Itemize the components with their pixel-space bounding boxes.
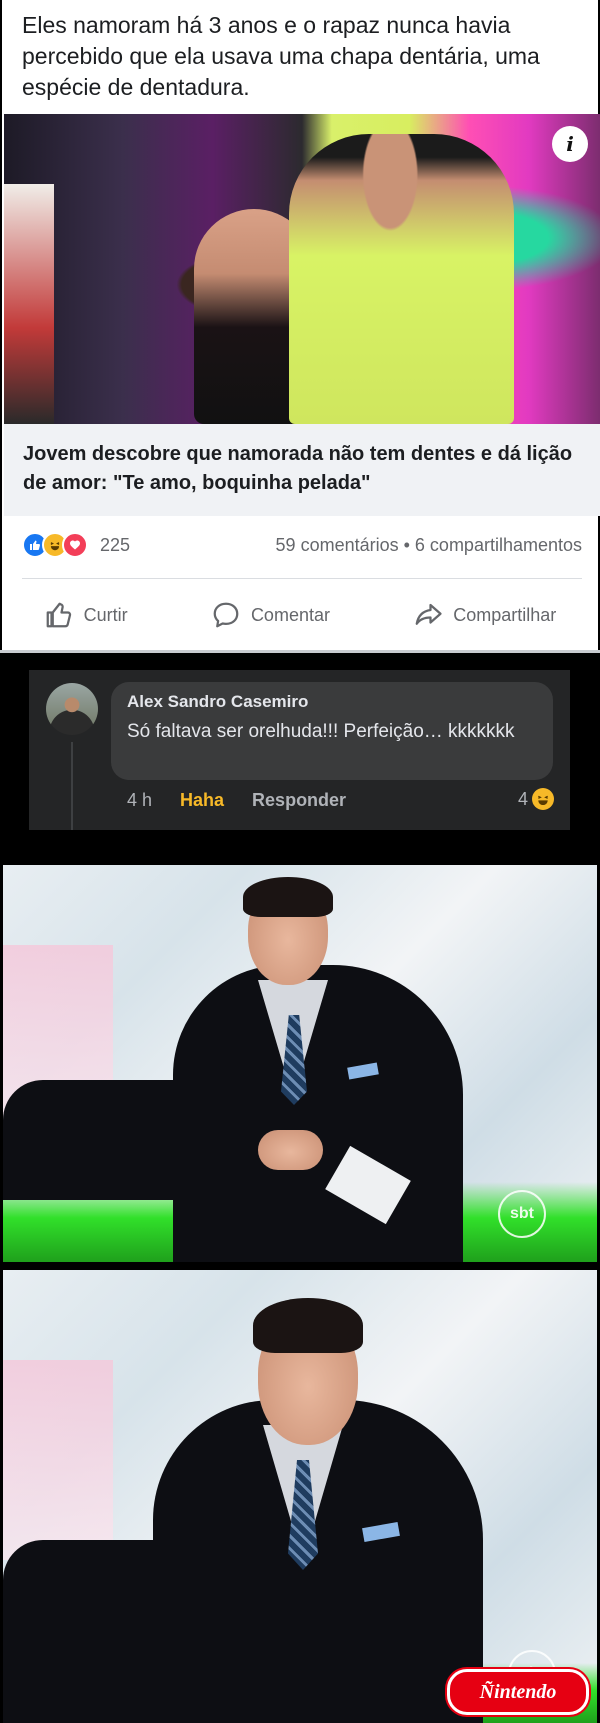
divider <box>22 578 582 579</box>
comment-author[interactable]: Alex Sandro Casemiro <box>127 692 308 712</box>
reactions-summary[interactable]: 225 59 comentários • 6 compartilhamentos <box>22 530 582 560</box>
reply-link[interactable]: Responder <box>252 790 346 811</box>
comment-meta: 4 h Haha Responder <box>127 790 346 811</box>
photo-background-person <box>4 184 54 424</box>
share-label: Compartilhar <box>453 604 557 625</box>
comment-time[interactable]: 4 h <box>127 790 152 811</box>
post-bottom-border <box>0 650 600 653</box>
meme-frame-2: sbt Ñintendo <box>3 1270 597 1723</box>
sbt-logo: sbt <box>498 1190 546 1238</box>
comment-reaction-number: 4 <box>517 788 528 809</box>
comment-panel: Alex Sandro Casemiro Só faltava ser orel… <box>29 670 570 830</box>
avatar[interactable] <box>46 683 98 735</box>
info-icon[interactable]: i <box>552 126 588 162</box>
link-preview[interactable]: Jovem descobre que namorada não tem dent… <box>4 424 600 516</box>
thumbs-up-icon <box>46 602 71 628</box>
share-arrow-icon <box>415 603 442 625</box>
comment-label: Comentar <box>250 604 330 625</box>
comment-text: Só faltava ser orelhuda!!! Perfeição… kk… <box>127 721 515 742</box>
love-icon <box>62 532 88 558</box>
post-caption: Eles namoram há 3 anos e o rapaz nunca h… <box>22 12 540 100</box>
haha-icon <box>532 788 554 810</box>
post-photo[interactable]: i <box>4 114 600 424</box>
meme-frame-1: sbt <box>3 865 597 1262</box>
reaction-count: 225 <box>100 534 131 555</box>
like-label: Curtir <box>83 604 128 625</box>
share-button[interactable]: Compartilhar <box>413 600 556 630</box>
link-title: Jovem descobre que namorada não tem dent… <box>23 443 573 494</box>
facebook-post: Eles namoram há 3 anos e o rapaz nunca h… <box>2 0 600 652</box>
reaction-icons <box>22 532 88 558</box>
post-actions: Curtir Comentar Compartilhar <box>2 590 598 640</box>
comment-bubble: Alex Sandro Casemiro Só faltava ser orel… <box>111 682 553 780</box>
man-hair <box>253 1298 363 1353</box>
man-hands <box>258 1130 323 1170</box>
man-hair <box>243 877 333 917</box>
comments-shares-count[interactable]: 59 comentários • 6 compartilhamentos <box>276 535 582 556</box>
nintendo-watermark: Ñintendo <box>447 1669 589 1715</box>
haha-reaction-link[interactable]: Haha <box>180 790 224 811</box>
comment-button[interactable]: Comentar <box>211 600 330 630</box>
background-panel <box>3 1360 113 1560</box>
photo-guy <box>289 134 514 424</box>
thread-line <box>71 742 73 830</box>
like-button[interactable]: Curtir <box>44 600 128 630</box>
speech-bubble-icon <box>213 602 239 628</box>
comment-reaction-count[interactable]: 4 <box>518 788 554 810</box>
